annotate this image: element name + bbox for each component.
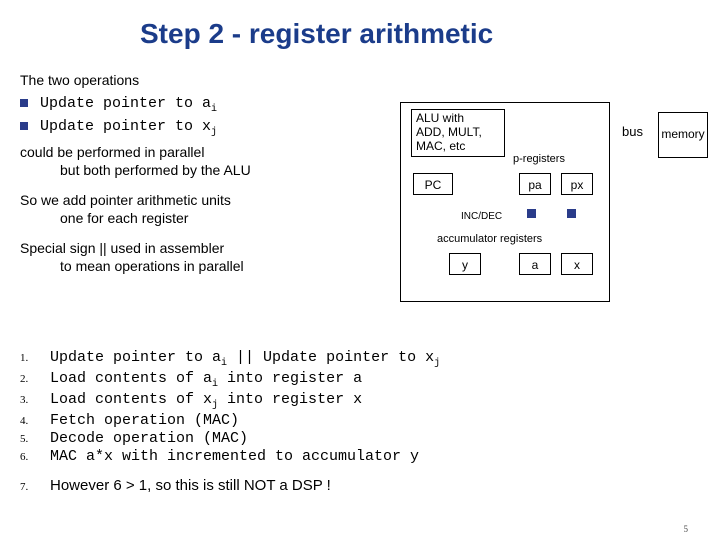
inc-dec-label: INC/DEC	[461, 211, 502, 222]
step-text: Load contents of xj into register x	[50, 391, 362, 411]
pc-register: PC	[413, 173, 453, 195]
step-number: 5.	[20, 433, 50, 445]
bus-label: bus	[622, 124, 643, 139]
para-special1: Special sign || used in assembler	[20, 240, 380, 256]
para-block: So we add pointer arithmetic units one f…	[20, 192, 380, 226]
square-bullet-icon	[20, 122, 28, 130]
para-special2: to mean operations in parallel	[20, 258, 380, 274]
step-text: Fetch operation (MAC)	[50, 412, 239, 429]
architecture-diagram: ALU with ADD, MULT, MAC, etc p-registers…	[400, 102, 700, 312]
page-number: 5	[684, 524, 689, 534]
step-item: 3. Load contents of xj into register x	[20, 391, 700, 411]
memory-box: memory	[658, 112, 708, 158]
pa-register: pa	[519, 173, 551, 195]
step-number: 1.	[20, 352, 50, 364]
step-text: Decode operation (MAC)	[50, 430, 248, 447]
left-column: The two operations Update pointer to ai …	[20, 72, 380, 276]
step-item: 5. Decode operation (MAC)	[20, 430, 700, 447]
x-register: x	[561, 253, 593, 275]
bullet-list: Update pointer to ai Update pointer to x…	[20, 94, 380, 138]
px-register: px	[561, 173, 593, 195]
step-item: 1. Update pointer to ai || Update pointe…	[20, 349, 700, 369]
bullet-text: Update pointer to xj	[40, 118, 217, 138]
accumulator-registers-label: accumulator registers	[437, 233, 542, 245]
step-item: 6. MAC a*x with incremented to accumulat…	[20, 448, 700, 465]
slide-title: Step 2 - register arithmetic	[0, 0, 720, 58]
step-item: 2. Load contents of ai into register a	[20, 370, 700, 390]
p-registers-label: p-registers	[513, 153, 565, 165]
alu-line: ADD, MULT,	[416, 126, 500, 140]
alu-line: MAC, etc	[416, 140, 500, 154]
step-text: MAC a*x with incremented to accumulator …	[50, 448, 419, 465]
alu-box: ALU with ADD, MULT, MAC, etc	[411, 109, 505, 157]
step-final: 7. However 6 > 1, so this is still NOT a…	[20, 477, 700, 494]
para-block: Special sign || used in assembler to mea…	[20, 240, 380, 274]
bullet-item: Update pointer to xj	[20, 117, 380, 138]
step-item: 4. Fetch operation (MAC)	[20, 412, 700, 429]
alu-line: ALU with	[416, 112, 500, 126]
intro-text: The two operations	[20, 72, 380, 88]
para-sowe: So we add pointer arithmetic units	[20, 192, 380, 208]
step-number: 6.	[20, 451, 50, 463]
square-bullet-icon	[20, 99, 28, 107]
step-number: 3.	[20, 394, 50, 406]
incdec-unit-icon	[527, 209, 536, 218]
para-could: could be performed in parallel	[20, 144, 380, 160]
step-text: However 6 > 1, so this is still NOT a DS…	[50, 477, 331, 494]
incdec-unit-icon	[567, 209, 576, 218]
step-text: Update pointer to ai || Update pointer t…	[50, 349, 440, 369]
step-text: Load contents of ai into register a	[50, 370, 362, 390]
step-number: 4.	[20, 415, 50, 427]
steps-list: 1. Update pointer to ai || Update pointe…	[20, 348, 700, 495]
bullet-item: Update pointer to ai	[20, 94, 380, 115]
para-but: but both performed by the ALU	[20, 162, 380, 178]
step-number: 2.	[20, 373, 50, 385]
a-register: a	[519, 253, 551, 275]
step-number: 7.	[20, 481, 50, 493]
bullet-text: Update pointer to ai	[40, 95, 217, 115]
para-onefor: one for each register	[20, 210, 380, 226]
cpu-box: ALU with ADD, MULT, MAC, etc p-registers…	[400, 102, 610, 302]
y-register: y	[449, 253, 481, 275]
